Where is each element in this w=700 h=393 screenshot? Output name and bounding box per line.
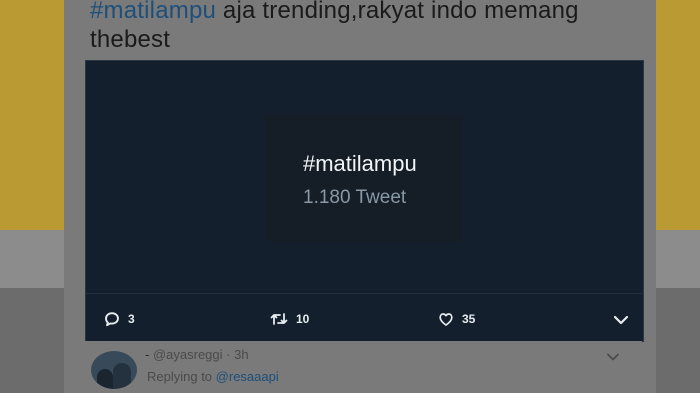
tweet-media[interactable]: #matilampu 1.180 Tweet 3 10 35 xyxy=(85,60,644,342)
avatar[interactable] xyxy=(91,351,137,389)
like-button[interactable]: 35 xyxy=(438,311,475,327)
tweet-text: #matilampu aja trending,rakyat indo mema… xyxy=(90,0,650,54)
replying-to-line: Replying to @resaaapi xyxy=(147,369,279,384)
reply-handle[interactable]: @ayasreggi xyxy=(153,347,223,362)
more-menu-chevron-icon[interactable] xyxy=(613,313,629,331)
trend-card: #matilampu 1.180 Tweet xyxy=(266,115,462,242)
like-count: 35 xyxy=(462,312,476,326)
replying-to-label: Replying to xyxy=(147,369,213,384)
trend-tweet-count: 1.180 Tweet xyxy=(303,187,407,208)
reply-button[interactable]: 3 xyxy=(104,311,135,327)
replying-to-user-link[interactable]: @resaaapi xyxy=(216,369,279,384)
reply-more-chevron-icon[interactable] xyxy=(606,349,620,367)
retweet-button[interactable]: 10 xyxy=(270,311,309,327)
reply-user-line: - @ayasreggi · 3h xyxy=(145,347,249,362)
reply-separator: · xyxy=(226,347,231,362)
tweet-hashtag-link[interactable]: #matilampu xyxy=(90,0,216,24)
reply-tweet[interactable]: - @ayasreggi · 3h Replying to @resaaapi xyxy=(85,341,642,393)
trend-hashtag: #matilampu xyxy=(303,151,417,176)
reply-count: 3 xyxy=(128,312,135,326)
reply-icon xyxy=(104,311,120,327)
retweet-icon xyxy=(270,311,288,327)
retweet-count: 10 xyxy=(296,312,310,326)
heart-icon xyxy=(438,311,454,327)
reply-timestamp[interactable]: 3h xyxy=(234,347,248,362)
reply-display-name[interactable]: - xyxy=(145,347,149,362)
action-divider xyxy=(86,293,643,294)
